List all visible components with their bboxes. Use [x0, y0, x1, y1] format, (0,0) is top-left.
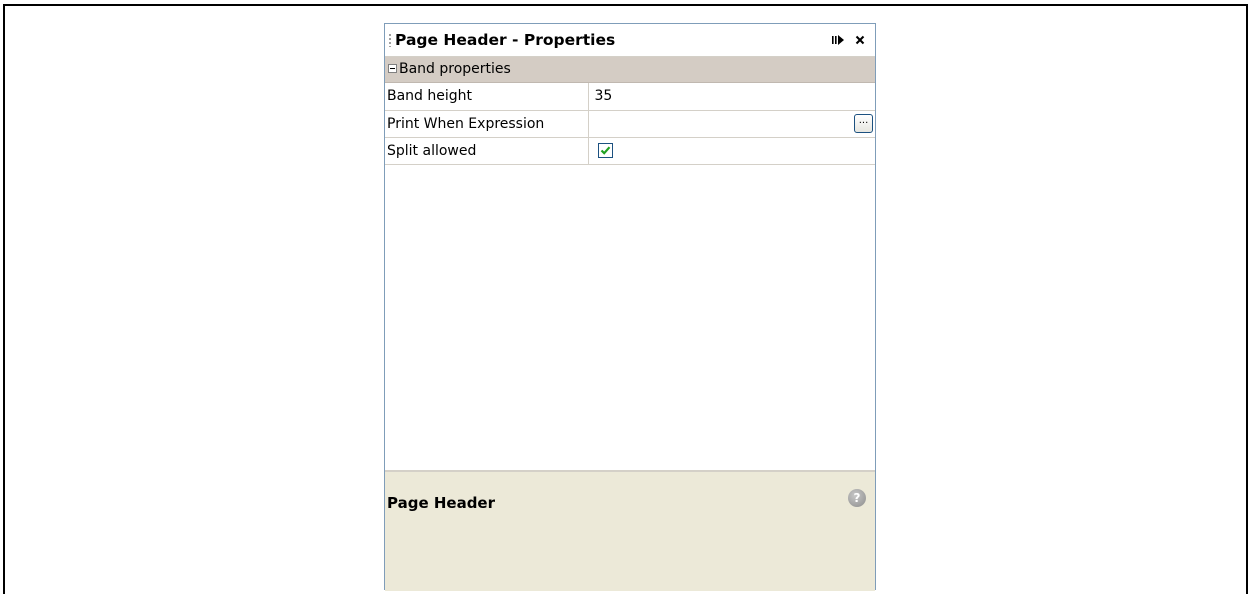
collapse-icon[interactable] — [388, 64, 397, 73]
band-height-value[interactable]: 35 — [588, 83, 875, 111]
panel-titlebar[interactable]: Page Header - Properties — [385, 24, 875, 57]
minimize-icon[interactable] — [831, 33, 845, 47]
split-allowed-checkbox[interactable] — [597, 143, 613, 158]
group-label: Band properties — [399, 61, 511, 77]
split-allowed-value[interactable] — [588, 137, 875, 165]
panel-title: Page Header - Properties — [395, 31, 616, 49]
drag-grip-icon[interactable] — [389, 33, 391, 47]
property-row-split-allowed[interactable]: Split allowed — [385, 137, 875, 165]
description-title: Page Header — [387, 494, 496, 512]
question-icon[interactable]: ? — [848, 489, 866, 507]
property-row-print-when-expression[interactable]: Print When Expression ... — [385, 110, 875, 138]
properties-panel: Page Header - Properties Band properties… — [384, 23, 876, 591]
property-name: Split allowed — [385, 137, 589, 165]
ellipsis-button[interactable]: ... — [854, 113, 873, 133]
description-area: Page Header ? — [385, 470, 875, 591]
check-icon — [600, 146, 610, 155]
property-sheet-empty-area — [385, 164, 875, 462]
property-name: Band height — [385, 83, 589, 111]
property-sheet: Band height 35 Print When Expression ...… — [385, 83, 875, 165]
property-row-band-height[interactable]: Band height 35 — [385, 83, 875, 111]
close-icon[interactable] — [853, 33, 867, 47]
print-when-expression-value[interactable]: ... — [588, 110, 875, 138]
property-name: Print When Expression — [385, 110, 589, 138]
property-group-header[interactable]: Band properties — [385, 57, 875, 83]
